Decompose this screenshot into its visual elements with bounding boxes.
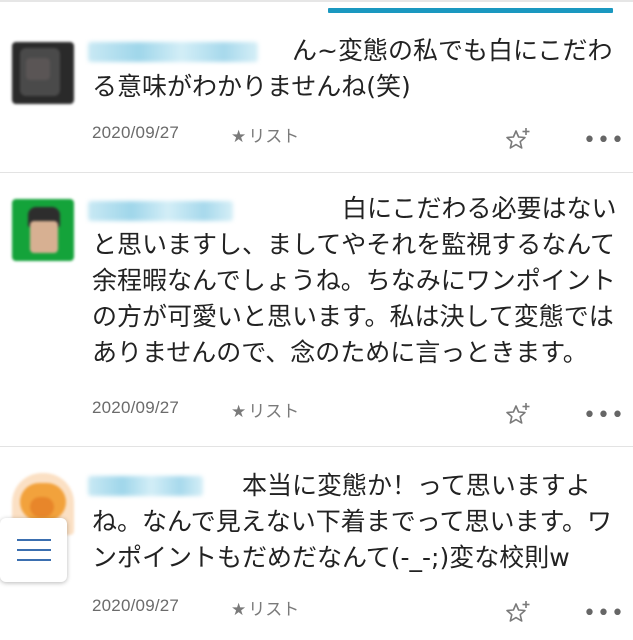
comment-divider	[0, 172, 633, 173]
more-horizontal-icon[interactable]: •••	[583, 603, 624, 625]
list-link[interactable]: ★ リスト	[231, 397, 299, 422]
comment-text: 本当に変態か！って思いますよね。なんで見えない下着までって思います。ワンポイント…	[92, 471, 613, 572]
list-label: リスト	[248, 127, 300, 147]
star-filled-icon: ★	[231, 402, 247, 422]
more-horizontal-icon[interactable]: •••	[583, 130, 624, 152]
star-filled-icon: ★	[231, 600, 247, 620]
list-link[interactable]: ★ リスト	[231, 122, 299, 147]
star-add-icon[interactable]	[505, 402, 531, 428]
comment-divider	[0, 446, 633, 447]
avatar[interactable]	[12, 42, 74, 104]
list-link[interactable]: ★ リスト	[231, 595, 299, 620]
comment-text: 白にこだわる必要はないと思いますし、ましてやそれを監視するなんて余程暇なんでしょ…	[92, 194, 617, 367]
comment-date: 2020/09/27	[92, 398, 180, 417]
comment-date: 2020/09/27	[92, 123, 180, 142]
list-label: リスト	[248, 600, 300, 620]
star-filled-icon: ★	[231, 127, 247, 147]
active-tab-indicator	[328, 8, 613, 13]
comment-text: ん~変態の私でも白にこだわる意味がわかりませんね(笑)	[92, 36, 613, 101]
more-horizontal-icon[interactable]: •••	[583, 405, 624, 427]
top-border	[0, 0, 633, 2]
star-add-icon[interactable]	[505, 600, 531, 626]
comment-date: 2020/09/27	[92, 596, 180, 615]
star-add-icon[interactable]	[505, 127, 531, 153]
list-label: リスト	[248, 402, 300, 422]
menu-button[interactable]	[0, 518, 67, 582]
avatar[interactable]	[12, 199, 74, 261]
